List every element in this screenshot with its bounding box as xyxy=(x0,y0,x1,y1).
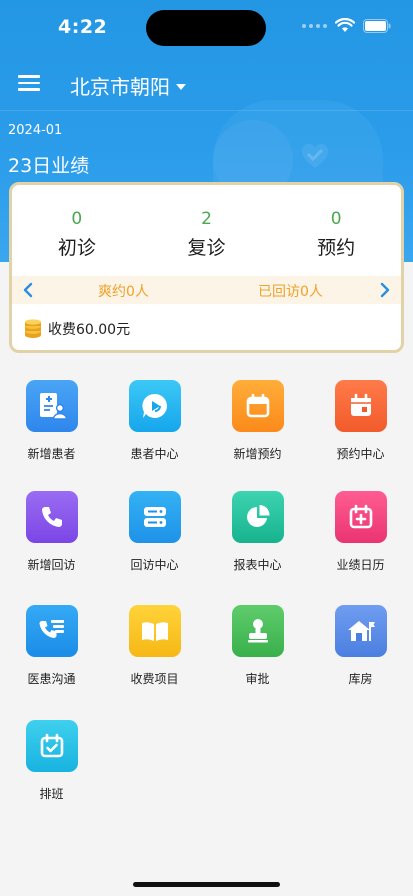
month-label: 2024-01 xyxy=(8,123,63,138)
calendar-plus-icon xyxy=(334,491,387,543)
warehouse-icon xyxy=(334,605,387,657)
menu-report-center[interactable]: 报表中心 xyxy=(206,491,309,573)
menu-charge-items[interactable]: 收费项目 xyxy=(103,605,206,687)
menu-doctor-patient-comm[interactable]: 医患沟通 xyxy=(0,605,103,687)
stamp-icon xyxy=(231,605,284,657)
menu-add-followup[interactable]: 新增回访 xyxy=(0,491,103,573)
stat-label: 初诊 xyxy=(57,237,96,259)
home-indicator xyxy=(133,882,280,887)
menu-label: 收费项目 xyxy=(130,672,179,686)
stat-return-visit[interactable]: 2 复诊 xyxy=(142,185,272,275)
caret-down-icon xyxy=(176,83,186,90)
chevron-right-icon[interactable] xyxy=(375,280,395,300)
wifi-icon xyxy=(335,18,355,32)
menu-label: 新增患者 xyxy=(27,447,76,461)
performance-card: 0 初诊 2 复诊 0 预约 爽约0人 已回访0人 收费60.00元 xyxy=(9,182,404,353)
watermark-heart-icon xyxy=(301,143,329,168)
fee-amount: 收费60.00元 xyxy=(48,322,131,338)
menu-performance-calendar[interactable]: 业绩日历 xyxy=(309,491,412,573)
menu-warehouse[interactable]: 库房 xyxy=(309,605,412,687)
menu-label: 新增回访 xyxy=(27,558,76,572)
menu-label: 报表中心 xyxy=(233,558,282,572)
menu-appointment-center[interactable]: 预约中心 xyxy=(309,380,412,462)
menu-followup-center[interactable]: 回访中心 xyxy=(103,491,206,573)
status-bar: 4:22 xyxy=(0,0,413,54)
menu-label: 审批 xyxy=(245,672,270,686)
add-patient-icon xyxy=(25,380,78,432)
menu-label: 预约中心 xyxy=(336,447,385,461)
battery-icon xyxy=(363,18,391,33)
menu-add-appointment[interactable]: 新增预约 xyxy=(206,380,309,462)
stat-first-visit[interactable]: 0 初诊 xyxy=(12,185,142,275)
daily-title: 23日业绩 xyxy=(8,155,90,177)
top-nav-bar: 北京市朝阳 xyxy=(0,62,413,106)
calendar-icon xyxy=(231,380,284,432)
stat-label: 复诊 xyxy=(187,237,226,259)
calendar-center-icon xyxy=(334,380,387,432)
dynamic-island xyxy=(146,10,266,46)
followup-strip: 爽约0人 已回访0人 xyxy=(12,276,401,304)
stat-value: 0 xyxy=(71,209,83,229)
menu-label: 业绩日历 xyxy=(336,558,385,572)
stat-value: 0 xyxy=(330,209,342,229)
menu-label: 排班 xyxy=(39,787,64,801)
stats-row: 0 初诊 2 复诊 0 预约 xyxy=(12,185,401,275)
menu-patient-center[interactable]: 患者中心 xyxy=(103,380,206,462)
coins-icon xyxy=(25,319,41,338)
missed-count: 爽约0人 xyxy=(98,284,149,300)
calendar-check-icon xyxy=(25,720,78,772)
stat-label: 预约 xyxy=(317,237,356,259)
status-time: 4:22 xyxy=(58,16,108,38)
phone-chat-icon xyxy=(25,605,78,657)
menu-label: 回访中心 xyxy=(130,558,179,572)
menu-label: 医患沟通 xyxy=(27,672,76,686)
stat-value: 2 xyxy=(201,209,212,229)
stat-appointment[interactable]: 0 预约 xyxy=(271,185,401,275)
menu-label: 库房 xyxy=(348,672,373,686)
hamburger-menu-icon[interactable] xyxy=(18,72,40,94)
menu-approval[interactable]: 审批 xyxy=(206,605,309,687)
city-label: 北京市朝阳 xyxy=(70,75,170,99)
menu-add-patient[interactable]: 新增患者 xyxy=(0,380,103,462)
menu-label: 患者中心 xyxy=(130,447,179,461)
patient-center-icon xyxy=(128,380,181,432)
chevron-left-icon[interactable] xyxy=(18,280,38,300)
phone-icon xyxy=(25,491,78,543)
menu-scheduling[interactable]: 排班 xyxy=(0,720,103,802)
cellular-signal-icon xyxy=(302,23,327,28)
server-list-icon xyxy=(128,491,181,543)
city-selector[interactable]: 北京市朝阳 xyxy=(70,71,186,100)
status-icons xyxy=(302,18,391,33)
fee-row: 收费60.00元 xyxy=(22,319,130,339)
pie-chart-icon xyxy=(231,491,284,543)
followed-count: 已回访0人 xyxy=(258,284,323,300)
book-icon xyxy=(128,605,181,657)
menu-label: 新增预约 xyxy=(233,447,282,461)
